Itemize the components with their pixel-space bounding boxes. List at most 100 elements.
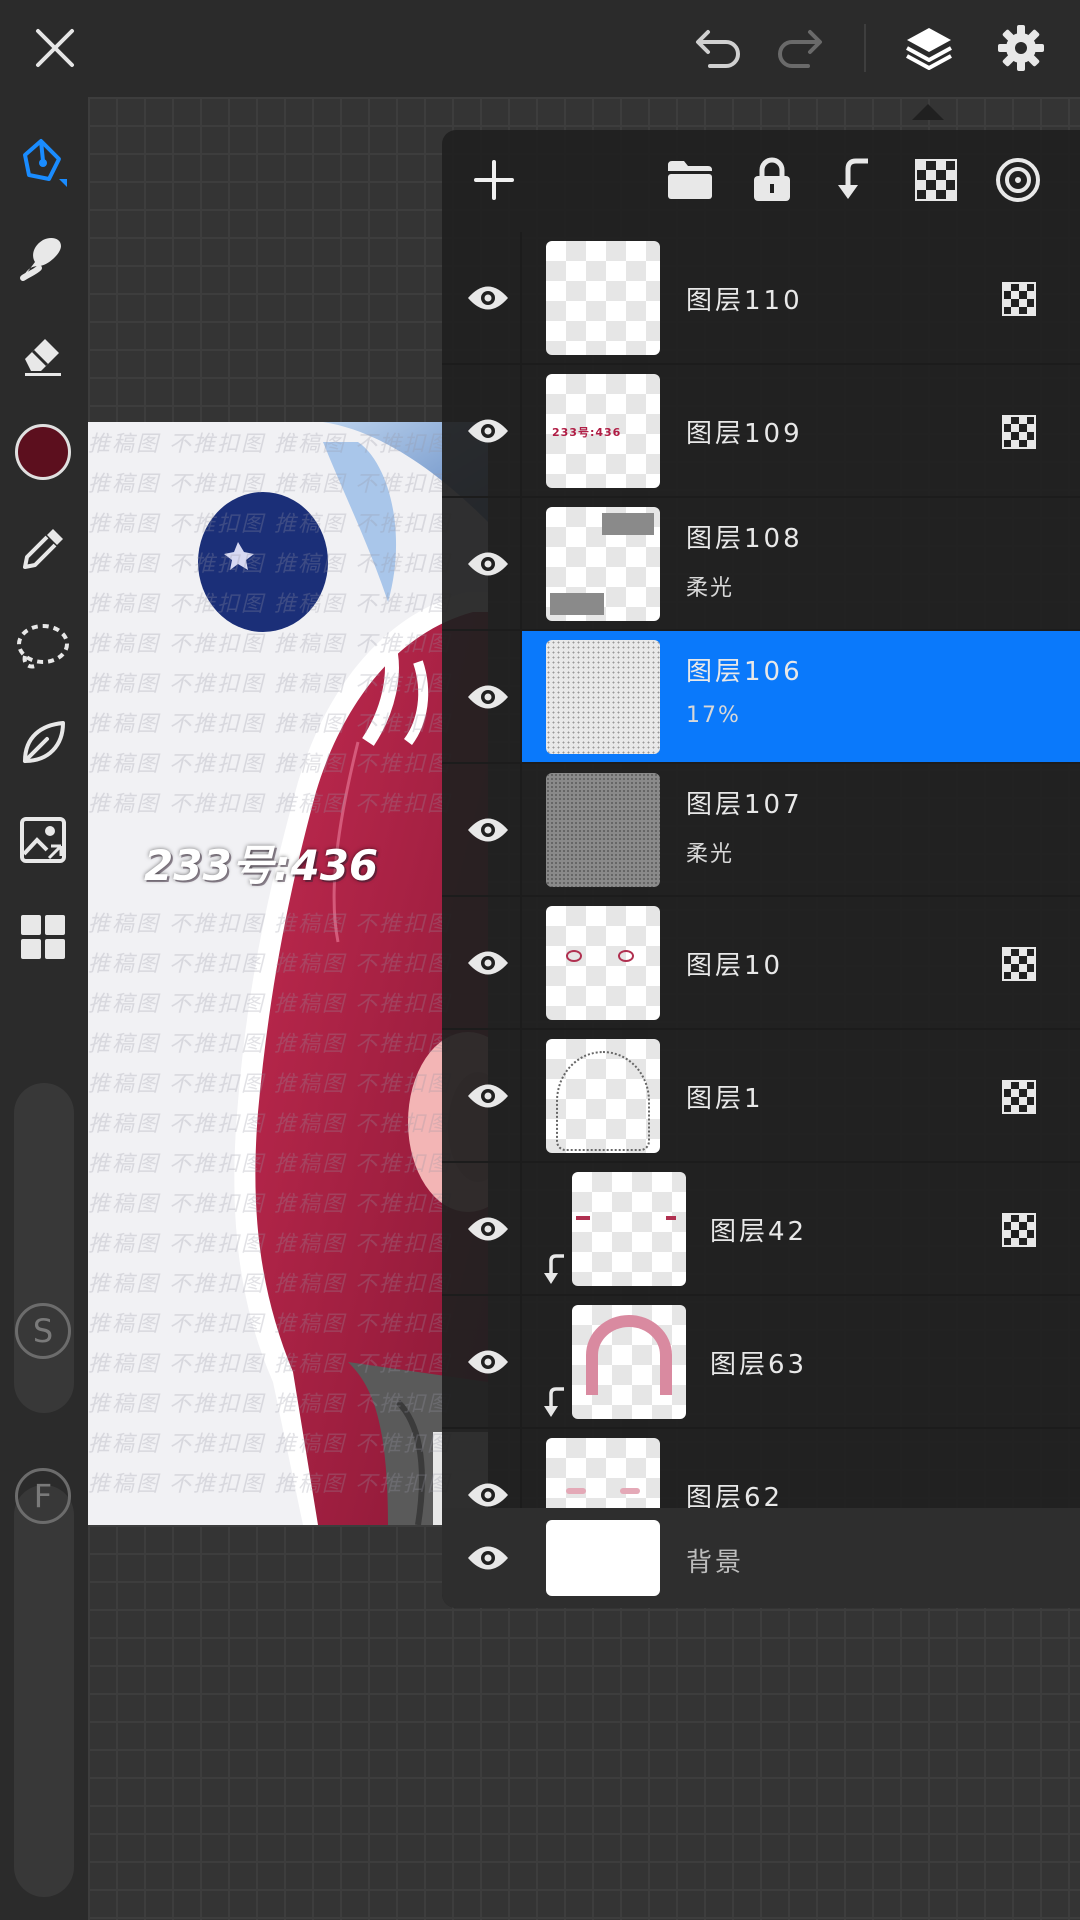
undo-icon [696,30,740,68]
brush-size-slider[interactable] [14,1083,74,1413]
artwork-id-text: 233号:436 [144,841,379,890]
gear-icon [998,25,1044,71]
alpha-lock-icon [1002,947,1036,981]
grid-icon [21,915,65,959]
smudge-tool[interactable] [12,227,74,289]
left-toolbar: S F [0,97,88,1920]
layer-row[interactable]: 图层63 [442,1296,1080,1429]
visibility-toggle[interactable] [458,268,518,328]
checker-icon [915,159,957,201]
lasso-tool[interactable] [12,615,74,677]
eye-icon [468,286,508,310]
eraser-tool[interactable] [12,324,74,386]
background-layer-row[interactable]: 背景 [442,1508,1080,1608]
close-button[interactable] [25,18,85,78]
visibility-toggle[interactable] [458,1066,518,1126]
clip-indicator [542,1386,568,1420]
watermark-line: 推稿图 不推扣图 推稿图 不推扣图 [88,1432,451,1457]
layer-thumbnail [546,241,660,355]
layers-button[interactable] [899,18,959,78]
current-color-swatch [15,424,71,480]
visibility-toggle[interactable] [458,1465,518,1508]
layer-thumbnail: 233号:436 [546,374,660,488]
row-divider [520,365,522,496]
visibility-toggle[interactable] [458,667,518,727]
row-divider [520,1296,522,1427]
layer-row[interactable]: 图层62 [442,1429,1080,1508]
eyedropper-icon [23,529,63,569]
watermark-line: 推稿图 不推扣图 推稿图 不推扣图 [88,912,451,937]
watermark-line: 推稿图 不推扣图 推稿图 不推扣图 [88,672,451,697]
redo-button[interactable] [770,18,830,78]
target-icon [996,158,1040,202]
watermark-line: 推稿图 不推扣图 推稿图 不推扣图 [88,1072,451,1097]
blend-mode-button[interactable] [988,150,1048,210]
layer-row[interactable]: 图层1 [442,1030,1080,1163]
eye-icon [468,1084,508,1108]
image-transform-tool[interactable] [12,809,74,871]
layer-name: 图层109 [686,419,803,449]
visibility-toggle[interactable] [458,1199,518,1259]
close-icon [36,29,74,67]
opacity-label: F [15,1468,71,1524]
watermark-line: 推稿图 不推扣图 推稿图 不推扣图 [88,512,451,537]
visibility-toggle[interactable] [458,1332,518,1392]
app-root: 推稿图 不推扣图 推稿图 不推扣图 推稿图 不推扣图 推稿图 不推扣图 推稿图 … [0,0,1080,1920]
layer-name: 图层106 [686,657,803,687]
lock-layer-button[interactable] [742,150,802,210]
alpha-lock-button[interactable] [906,150,966,210]
layer-row[interactable]: 图层110 [442,232,1080,365]
watermark-line: 推稿图 不推扣图 推稿图 不推扣图 [88,1232,451,1257]
eyedropper-tool[interactable] [12,518,74,580]
layer-row[interactable]: 233号:436 图层109 [442,365,1080,498]
undo-button[interactable] [688,18,748,78]
leaf-icon [23,721,65,763]
brush-opacity-slider[interactable] [14,1485,74,1897]
alpha-lock-indicator [1002,1080,1036,1114]
visibility-toggle[interactable] [458,401,518,461]
layer-row[interactable]: 图层42 [442,1163,1080,1296]
visibility-toggle[interactable] [458,534,518,594]
layer-list[interactable]: 图层110 233号:436 图层109 图层108 柔光 图层106 17% 图层107 柔光… [442,232,1080,1508]
eye-icon [468,1350,508,1374]
pen-icon [23,139,67,187]
gallery-tool[interactable] [12,906,74,968]
background-layer-label: 背景 [686,1548,745,1578]
eye-icon [468,1483,508,1507]
layer-name: 图层42 [710,1217,808,1247]
layer-row[interactable]: 图层106 17% [442,631,1080,764]
layer-row[interactable]: 图层108 柔光 [442,498,1080,631]
eye-icon [468,951,508,975]
pen-tool[interactable] [12,130,74,192]
panel-pointer [912,104,944,120]
add-layer-button[interactable] [464,150,524,210]
visibility-toggle[interactable] [458,800,518,860]
top-bar [0,0,1080,120]
new-folder-button[interactable] [660,150,720,210]
layer-thumbnail [546,773,660,887]
layer-thumbnail [546,1438,660,1508]
eye-icon [468,1546,508,1570]
settings-button[interactable] [991,18,1051,78]
alpha-lock-icon [1002,415,1036,449]
watermark-line: 推稿图 不推扣图 推稿图 不推扣图 [88,1032,451,1057]
row-divider [520,1030,522,1161]
clipping-mask-button[interactable] [824,150,884,210]
visibility-toggle[interactable] [458,933,518,993]
artwork-canvas[interactable]: 推稿图 不推扣图 推稿图 不推扣图 推稿图 不推扣图 推稿图 不推扣图 推稿图 … [88,422,488,1525]
leaf-tool[interactable] [12,712,74,774]
watermark-line: 推稿图 不推扣图 推稿图 不推扣图 [88,1352,451,1377]
alpha-lock-icon [1002,1080,1036,1114]
clip-arrow-icon [838,158,868,199]
layer-row[interactable]: 图层10 [442,897,1080,1030]
layer-name: 图层107 [686,790,803,820]
row-divider [520,764,522,895]
color-picker-button[interactable] [12,421,74,483]
watermark-line: 推稿图 不推扣图 推稿图 不推扣图 [88,432,451,457]
image-icon [20,817,66,863]
layer-row[interactable]: 图层107 柔光 [442,764,1080,897]
eye-icon [468,818,508,842]
layer-thumbnail [572,1305,686,1419]
alpha-lock-icon [1002,282,1036,316]
visibility-toggle[interactable] [458,1528,518,1588]
